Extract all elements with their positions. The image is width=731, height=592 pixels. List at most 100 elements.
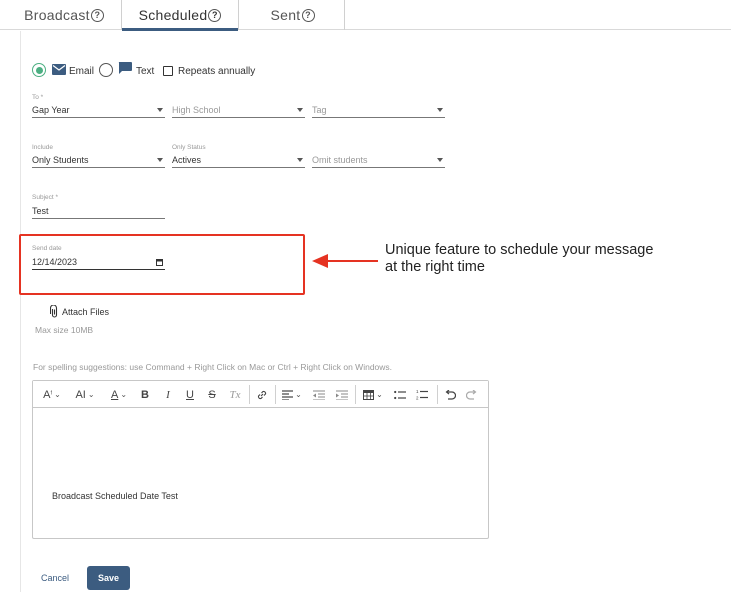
tab-broadcast-label: Broadcast (24, 7, 90, 23)
cancel-button[interactable]: Cancel (41, 573, 69, 583)
editor-toolbar: Aᶠ ⌄ AI ⌄ A ⌄ B I U S Tx ⌄ ⌄ 1 2 (33, 381, 488, 408)
chat-icon (118, 62, 132, 74)
toolbar-separator (249, 385, 250, 404)
font-color-icon: A (110, 388, 119, 401)
align-left-icon (282, 389, 294, 400)
chevron-down-icon: ⌄ (120, 390, 128, 399)
high-school-select[interactable]: High School (172, 102, 305, 118)
undo-button[interactable] (441, 386, 459, 403)
tab-scheduled[interactable]: Scheduled ? (121, 0, 239, 31)
help-icon[interactable]: ? (90, 8, 104, 22)
clear-format-button[interactable]: Tx (226, 386, 244, 403)
tag-placeholder: Tag (312, 104, 327, 115)
chevron-down-icon (157, 108, 163, 112)
repeats-annually-label: Repeats annually (178, 66, 256, 77)
table-icon (363, 389, 375, 400)
tab-bar: Broadcast ? Scheduled ? Sent ? (0, 0, 731, 31)
editor-content[interactable]: Broadcast Scheduled Date Test (52, 491, 178, 501)
tab-broadcast[interactable]: Broadcast ? (18, 0, 110, 30)
chevron-down-icon (437, 158, 443, 162)
tab-sent[interactable]: Sent ? (255, 0, 330, 30)
tag-select[interactable]: Tag (312, 102, 445, 118)
numbered-list-button[interactable]: 1 2 (413, 386, 431, 403)
chevron-down-icon: ⌄ (87, 390, 95, 399)
svg-text:2: 2 (416, 396, 419, 401)
only-status-label: Only Status (172, 144, 206, 151)
to-group-value: Gap Year (32, 104, 70, 115)
font-color-button[interactable]: A ⌄ (106, 386, 132, 403)
only-status-value: Actives (172, 154, 202, 165)
undo-icon (445, 389, 456, 400)
to-group-select[interactable]: Gap Year (32, 102, 165, 118)
subject-label: Subject * (32, 194, 59, 201)
calendar-icon[interactable] (156, 259, 163, 266)
bullet-list-button[interactable] (391, 386, 409, 403)
high-school-placeholder: High School (172, 104, 221, 115)
include-select[interactable]: Only Students (32, 152, 165, 168)
send-date-label: Send date (32, 245, 62, 252)
chevron-down-icon (437, 108, 443, 112)
clear-format-icon: Tx (229, 388, 241, 401)
indent-icon (336, 390, 348, 400)
strikethrough-button[interactable]: S (204, 386, 220, 403)
toolbar-separator (355, 385, 356, 404)
chevron-down-icon (157, 158, 163, 162)
max-size-note: Max size 10MB (35, 325, 94, 335)
envelope-icon (52, 64, 66, 75)
annotation-line-1: Unique feature to schedule your message (385, 242, 654, 258)
include-label: Include (32, 144, 53, 151)
tab-scheduled-label: Scheduled (138, 7, 208, 23)
font-family-icon: AI (75, 388, 86, 401)
only-status-select[interactable]: Actives (172, 152, 305, 168)
email-label: Email (69, 66, 95, 77)
text-radio[interactable] (99, 63, 113, 77)
font-size-icon: A (43, 388, 51, 401)
bold-icon: B (141, 388, 149, 401)
omit-students-placeholder: Omit students (312, 154, 368, 165)
send-date-value: 12/14/2023 (32, 256, 78, 267)
outdent-button[interactable] (310, 386, 328, 403)
italic-button[interactable]: I (160, 386, 176, 403)
spelling-hint: For spelling suggestions: use Command + … (33, 362, 393, 372)
rich-text-editor[interactable]: Aᶠ ⌄ AI ⌄ A ⌄ B I U S Tx ⌄ ⌄ 1 2 Broadca… (32, 380, 489, 539)
svg-text:1: 1 (416, 389, 419, 394)
attach-files-label: Attach Files (62, 306, 110, 317)
include-value: Only Students (32, 154, 89, 165)
arrow-left-icon (312, 254, 378, 268)
underline-button[interactable]: U (182, 386, 198, 403)
annotation-line-2: at the right time (385, 259, 485, 275)
italic-icon: I (166, 388, 170, 401)
bold-button[interactable]: B (137, 386, 153, 403)
redo-button[interactable] (463, 386, 481, 403)
chevron-down-icon (297, 108, 303, 112)
chevron-down-icon: ⌄ (376, 390, 383, 399)
attach-files-button[interactable]: Attach Files (50, 305, 109, 318)
font-size-button[interactable]: Aᶠ ⌄ (39, 386, 65, 403)
redo-icon (466, 389, 477, 400)
table-button[interactable]: ⌄ (360, 386, 386, 403)
tab-sent-label: Sent (270, 7, 301, 23)
toolbar-separator (437, 385, 438, 404)
help-icon[interactable]: ? (208, 8, 222, 22)
outdent-icon (313, 390, 325, 400)
subject-input[interactable]: Test (32, 203, 165, 219)
bullet-list-icon (394, 390, 406, 399)
help-icon[interactable]: ? (301, 8, 315, 22)
save-button[interactable]: Save (87, 566, 130, 590)
email-radio[interactable] (32, 63, 46, 77)
chevron-down-icon: ⌄ (54, 390, 61, 399)
link-button[interactable] (253, 386, 271, 403)
align-button[interactable]: ⌄ (279, 386, 305, 403)
subject-value: Test (32, 205, 49, 216)
omit-students-select[interactable]: Omit students (312, 152, 445, 168)
indent-button[interactable] (333, 386, 351, 403)
font-family-button[interactable]: AI ⌄ (71, 386, 99, 403)
tab-divider (344, 0, 345, 30)
paperclip-icon (50, 305, 58, 318)
send-date-input[interactable]: 12/14/2023 (32, 254, 165, 270)
repeats-annually-checkbox[interactable] (163, 66, 173, 76)
toolbar-separator (275, 385, 276, 404)
chevron-down-icon: ⌄ (295, 390, 302, 399)
strikethrough-icon: S (208, 388, 216, 401)
link-icon (257, 390, 267, 399)
